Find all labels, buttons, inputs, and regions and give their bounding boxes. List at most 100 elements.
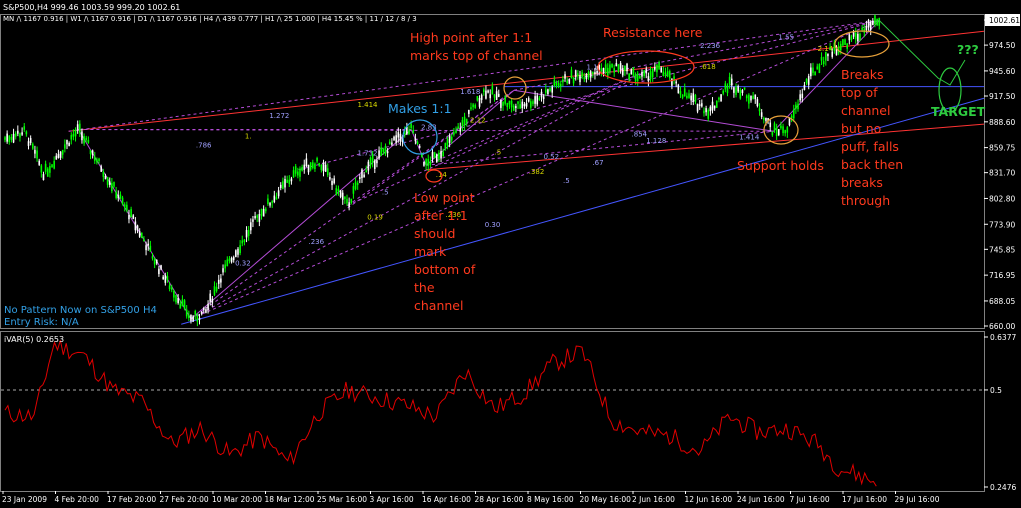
candle-body bbox=[822, 61, 825, 65]
candle-body bbox=[14, 133, 17, 137]
candle-body bbox=[476, 96, 479, 101]
candle-body bbox=[66, 139, 68, 145]
candle-body bbox=[324, 164, 327, 172]
candle-body bbox=[301, 167, 303, 171]
candle-body bbox=[61, 149, 64, 155]
candle-body bbox=[264, 208, 267, 212]
candle-body bbox=[136, 225, 139, 231]
candle-body bbox=[440, 151, 442, 159]
price-tick-label: 802.80 bbox=[989, 194, 1015, 203]
candle-body bbox=[867, 19, 870, 28]
fib-label: 1.55 bbox=[778, 33, 794, 41]
fib-label: 0.30 bbox=[485, 221, 501, 229]
candle-body bbox=[739, 89, 742, 99]
candle-body bbox=[258, 213, 261, 222]
candle-body bbox=[515, 106, 517, 109]
candle-body bbox=[444, 143, 447, 149]
candle-body bbox=[309, 162, 312, 170]
candle-body bbox=[803, 85, 806, 90]
candle-body bbox=[297, 171, 299, 176]
candle-body bbox=[254, 216, 256, 219]
candle-body bbox=[679, 91, 682, 95]
candle-body bbox=[151, 256, 154, 259]
candle-body bbox=[113, 181, 115, 187]
candle-body bbox=[502, 102, 504, 106]
candle-body bbox=[388, 141, 391, 144]
candle-body bbox=[626, 63, 628, 72]
candle-body bbox=[239, 245, 241, 254]
candle-body bbox=[277, 190, 280, 197]
candle-body bbox=[215, 286, 218, 291]
candle-body bbox=[777, 129, 780, 136]
time-tick-label: 12 Jun 16:00 bbox=[685, 495, 733, 504]
candle-body bbox=[241, 240, 244, 244]
candle-body bbox=[384, 145, 387, 155]
low-point-line-1: Low point bbox=[414, 190, 475, 205]
candle-body bbox=[108, 181, 111, 185]
candle-body bbox=[123, 204, 126, 207]
candle-body bbox=[876, 18, 878, 26]
candle-body bbox=[153, 258, 156, 265]
candle-body bbox=[271, 201, 273, 203]
price-tick-label: 773.90 bbox=[989, 220, 1015, 229]
candle-body bbox=[825, 51, 827, 61]
fib-label: .67 bbox=[592, 159, 603, 167]
candle-body bbox=[359, 177, 361, 179]
candle-body bbox=[19, 133, 21, 138]
candle-body bbox=[812, 67, 814, 73]
candle-body bbox=[337, 188, 340, 192]
candle-body bbox=[373, 160, 376, 169]
candle-body bbox=[51, 164, 53, 168]
candle-body bbox=[517, 101, 519, 104]
candle-body bbox=[294, 166, 297, 174]
candle-body bbox=[81, 131, 83, 141]
breaks-line-8: through bbox=[841, 193, 890, 208]
candle-body bbox=[371, 154, 374, 163]
candle-body bbox=[630, 69, 633, 75]
candle-body bbox=[25, 131, 28, 135]
candle-body bbox=[247, 230, 250, 236]
candle-body bbox=[220, 278, 222, 283]
chart-stage: S&P500,H4 999.46 1003.59 999.20 1002.61 … bbox=[0, 0, 1021, 508]
candle-body bbox=[754, 94, 757, 100]
candle-body bbox=[160, 265, 162, 270]
candle-body bbox=[865, 25, 868, 30]
candle-body bbox=[829, 47, 831, 50]
candle-body bbox=[27, 141, 30, 146]
candle-body bbox=[453, 132, 455, 135]
candle-body bbox=[810, 67, 812, 77]
candle-body bbox=[429, 161, 432, 166]
candle-body bbox=[217, 279, 220, 284]
candle-body bbox=[76, 124, 79, 130]
candle-body bbox=[83, 136, 85, 144]
candle-body bbox=[530, 101, 532, 108]
candle-body bbox=[10, 137, 13, 140]
question-label: ??? bbox=[957, 42, 979, 57]
time-tick-label: 23 Jan 2009 bbox=[2, 495, 47, 504]
fib-label: 2.14 bbox=[818, 45, 834, 53]
candle-body bbox=[525, 102, 528, 107]
fib-label: 1.414 bbox=[739, 133, 760, 141]
candle-body bbox=[743, 87, 746, 90]
candle-body bbox=[143, 239, 145, 242]
candle-body bbox=[198, 317, 201, 320]
candle-body bbox=[857, 33, 859, 42]
candle-body bbox=[624, 65, 626, 71]
candle-body bbox=[386, 151, 389, 154]
price-tick-label: 917.50 bbox=[989, 92, 1015, 101]
candle-body bbox=[872, 20, 874, 25]
candle-body bbox=[367, 161, 370, 171]
pattern-status: No Pattern Now on S&P500 H4 bbox=[4, 305, 157, 316]
candle-body bbox=[816, 66, 819, 70]
breaks-line-4: but no bbox=[841, 121, 881, 136]
candle-body bbox=[572, 77, 575, 84]
candle-body bbox=[224, 264, 226, 269]
candle-body bbox=[288, 179, 291, 184]
candle-body bbox=[715, 100, 718, 108]
candle-body bbox=[376, 160, 378, 164]
candle-body bbox=[256, 215, 259, 218]
breaks-line-6: back then bbox=[841, 157, 903, 172]
entry-risk: Entry Risk: N/A bbox=[4, 317, 79, 328]
candle-body bbox=[609, 64, 611, 72]
fib-label: 0.52 bbox=[543, 153, 559, 161]
